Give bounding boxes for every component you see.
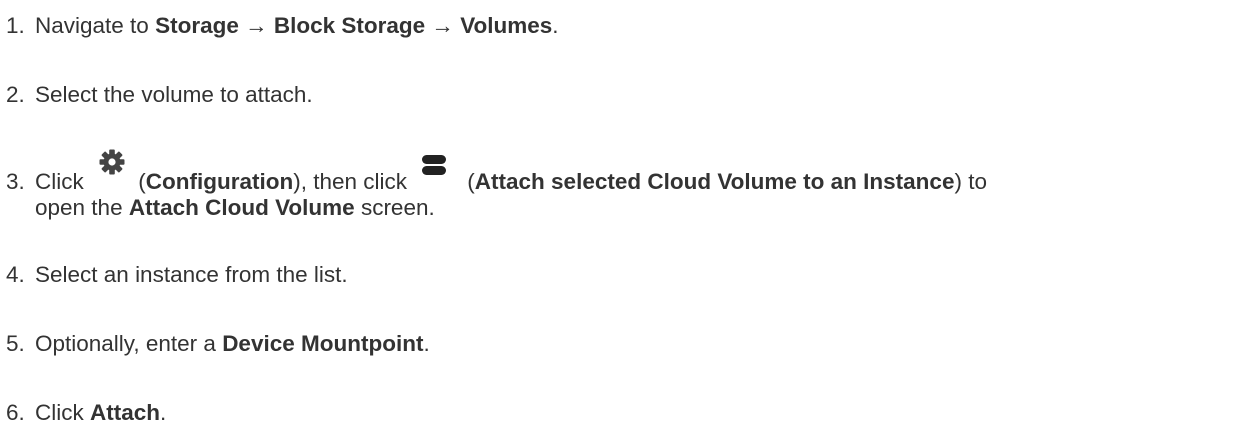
step-number: 4. [6,262,25,287]
step-text: ) to [954,169,987,194]
step-number: 3. [6,169,25,194]
attach-selected-label: Attach selected Cloud Volume to an Insta… [474,169,955,194]
step-text: Optionally, enter a [35,331,223,356]
step-6: 6. Click Attach. [0,398,166,427]
step-text-suffix: . [552,13,559,38]
menu-volumes: Volumes [460,13,553,38]
arrow-separator: → [425,13,461,38]
step-text: Select an instance from the list. [35,262,348,287]
menu-block-storage: Block Storage [273,13,426,38]
step-4: 4. Select an instance from the list. [0,260,348,289]
step-text: ( [467,169,475,194]
step-5: 5. Optionally, enter a Device Mountpoint. [0,329,430,358]
step-text: Navigate to [35,13,156,38]
step-text: open the [35,195,129,220]
step-number: 6. [6,400,25,425]
step-3: 3. Click (Configuration), then click (At… [0,149,987,196]
step-text-suffix: . [423,331,430,356]
step-2: 2. Select the volume to attach. [0,80,313,109]
step-3-continuation: open the Attach Cloud Volume screen. [35,193,435,222]
step-text: Click [35,169,90,194]
step-text: Select the volume to attach. [35,82,313,107]
step-text: Click [35,400,90,425]
arrow-separator: → [238,13,274,38]
step-number: 2. [6,82,25,107]
configuration-label: Configuration [145,169,294,194]
device-mountpoint-label: Device Mountpoint [222,331,424,356]
database-icon [421,154,447,176]
step-number: 1. [6,13,25,38]
step-text-suffix: . [160,400,167,425]
step-text: screen. [354,195,435,220]
gear-icon [98,148,126,176]
menu-storage: Storage [155,13,239,38]
step-text: ), then click [293,169,414,194]
step-text: ( [132,169,146,194]
attach-label: Attach [90,400,161,425]
procedure-steps: 1. Navigate to Storage → Block Storage → … [0,0,1258,443]
step-1: 1. Navigate to Storage → Block Storage → … [0,11,559,40]
step-number: 5. [6,331,25,356]
attach-cloud-volume-label: Attach Cloud Volume [128,195,355,220]
